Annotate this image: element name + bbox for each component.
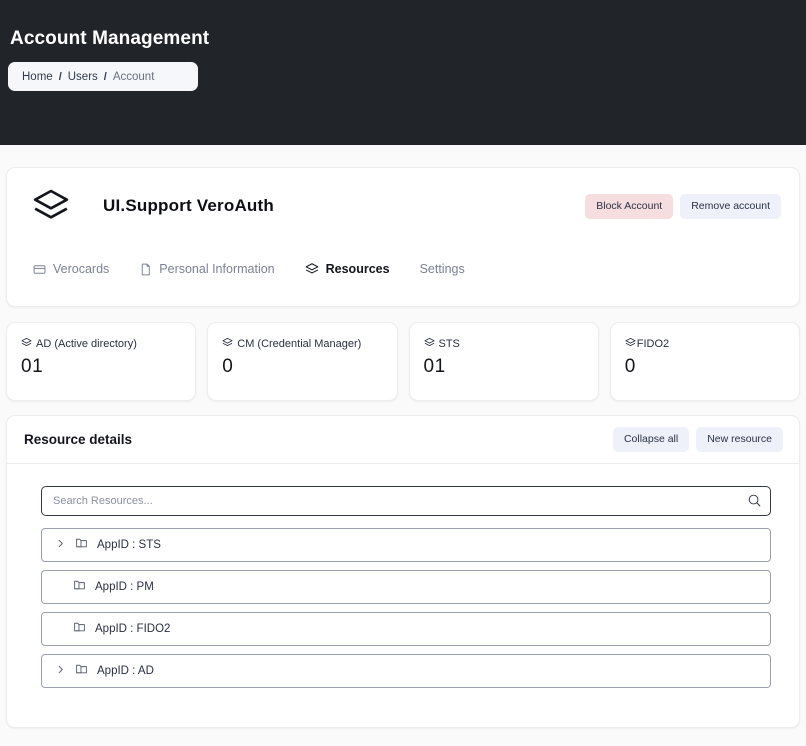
stat-value: 0	[624, 356, 636, 377]
resource-details-header: Resource details Collapse all New resour…	[7, 416, 799, 464]
tab-label: Settings	[419, 262, 465, 276]
layers-icon	[305, 262, 319, 276]
resource-details-actions: Collapse all New resource	[612, 427, 783, 452]
resource-details-title: Resource details	[24, 432, 133, 447]
resource-details-card: Resource details Collapse all New resour…	[6, 415, 800, 728]
list-item[interactable]: AppID : AD	[41, 654, 771, 688]
breadcrumb-item-account: Account	[112, 70, 155, 83]
account-tabs: Verocards Personal Information Resources	[29, 262, 779, 276]
search-input[interactable]	[41, 486, 771, 516]
list-item-label: AppID : STS	[97, 539, 161, 551]
breadcrumb-separator: /	[58, 70, 62, 83]
tab-label: Resources	[325, 262, 390, 276]
stat-label-row: FIDO2	[625, 337, 785, 351]
breadcrumb: Home / Users / Account	[8, 62, 198, 91]
list-item-label: AppID : AD	[97, 665, 154, 677]
remove-account-button[interactable]: Remove account	[680, 194, 781, 219]
document-icon	[139, 263, 152, 276]
collapse-all-button[interactable]: Collapse all	[612, 427, 690, 452]
layers-icon	[625, 337, 636, 351]
account-actions: Block Account Remove account	[585, 194, 781, 219]
stat-label-row: STS	[423, 337, 584, 351]
layers-icon	[29, 186, 73, 226]
stat-card-fido2: FIDO2 0	[609, 322, 800, 401]
tab-verocards[interactable]: Verocards	[33, 262, 109, 276]
block-account-button[interactable]: Block Account	[585, 194, 674, 219]
stat-card-sts: STS 01	[408, 322, 599, 401]
folder-icon	[75, 662, 88, 680]
tab-resources[interactable]: Resources	[305, 262, 390, 276]
layers-icon	[222, 337, 233, 351]
stat-card-ad: AD (Active directory) 01	[6, 322, 197, 401]
stat-label-row: AD (Active directory)	[21, 337, 181, 351]
top-header: Account Management Home / Users / Accoun…	[0, 0, 806, 145]
breadcrumb-item-users[interactable]: Users	[68, 71, 98, 83]
resource-tree-body: AppID : STS AppID : PM AppID : FIDO2	[7, 464, 799, 688]
chevron-right-icon[interactable]	[55, 662, 66, 680]
folder-icon	[73, 620, 86, 638]
stat-label: FIDO2	[636, 338, 670, 350]
stat-label: AD (Active directory)	[36, 338, 137, 350]
stat-value: 01	[21, 356, 44, 377]
tab-label: Personal Information	[159, 262, 275, 276]
folder-icon	[73, 578, 86, 596]
breadcrumb-item-home[interactable]: Home	[22, 71, 53, 83]
account-name: UI.Support VeroAuth	[103, 196, 274, 215]
search-resources-wrapper	[41, 486, 771, 516]
chevron-right-icon[interactable]	[55, 536, 66, 554]
tab-settings[interactable]: Settings	[420, 262, 465, 276]
search-icon[interactable]	[747, 493, 762, 513]
tab-personal-information[interactable]: Personal Information	[139, 262, 275, 276]
layers-icon	[21, 337, 32, 351]
breadcrumb-separator: /	[103, 70, 107, 83]
stat-label-row: CM (Credential Manager)	[222, 337, 382, 351]
tab-label: Verocards	[53, 262, 110, 276]
page-title: Account Management	[10, 28, 210, 49]
list-item[interactable]: AppID : STS	[41, 528, 771, 562]
list-item[interactable]: AppID : FIDO2	[41, 612, 771, 646]
resource-stats: AD (Active directory) 01 CM (Credential …	[6, 322, 800, 401]
stat-label: STS	[438, 338, 460, 350]
account-card: UI.Support VeroAuth Block Account Remove…	[6, 167, 800, 307]
list-item-label: AppID : FIDO2	[95, 623, 171, 635]
stat-value: 01	[423, 356, 446, 377]
card-icon	[33, 263, 46, 276]
new-resource-button[interactable]: New resource	[696, 427, 783, 452]
list-item-label: AppID : PM	[95, 581, 154, 593]
stat-value: 0	[222, 356, 234, 377]
stat-label: CM (Credential Manager)	[237, 338, 362, 350]
list-item[interactable]: AppID : PM	[41, 570, 771, 604]
main-content: UI.Support VeroAuth Block Account Remove…	[0, 167, 806, 728]
folder-icon	[75, 536, 88, 554]
stat-card-cm: CM (Credential Manager) 0	[207, 322, 398, 401]
layers-icon	[423, 337, 435, 351]
